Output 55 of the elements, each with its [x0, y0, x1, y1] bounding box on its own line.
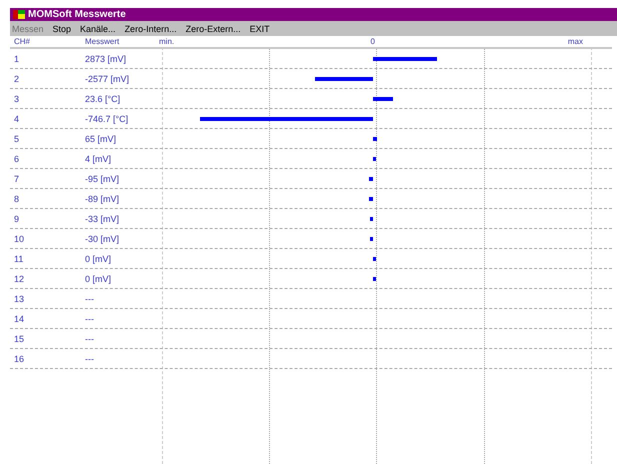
channel-number: 15 — [13, 334, 26, 344]
channel-number: 6 — [13, 154, 20, 164]
measured-value: -33 [mV] — [84, 214, 120, 224]
channel-number: 11 — [13, 254, 24, 264]
app-icon — [13, 10, 25, 19]
measured-value: --- — [84, 314, 95, 324]
menu-item[interactable]: EXIT — [250, 24, 270, 34]
zero-label: 0 — [370, 37, 375, 46]
measured-value: -2577 [mV] — [84, 74, 130, 84]
channel-number: 13 — [13, 294, 26, 304]
value-bar — [373, 276, 376, 280]
value-bar — [373, 96, 393, 100]
window-title: MOMSoft Messwerte — [28, 9, 126, 20]
value-bar — [370, 236, 373, 240]
measured-value: 23.6 [°C] — [84, 94, 122, 104]
max-label: max — [568, 37, 583, 46]
measured-value: 4 [mV] — [84, 154, 112, 164]
measured-value: -89 [mV] — [84, 194, 120, 204]
channel-number: 8 — [13, 194, 20, 204]
menu-item[interactable]: Zero-Intern... — [124, 24, 177, 34]
channel-number: 9 — [13, 214, 20, 224]
menu-item[interactable]: Stop — [52, 24, 72, 34]
value-bar — [370, 216, 373, 220]
measured-value: --- — [84, 294, 95, 304]
value-bar — [373, 136, 377, 140]
channel-number: 3 — [13, 94, 20, 104]
channel-number: 7 — [13, 174, 20, 184]
measured-value: 0 [mV] — [84, 274, 112, 284]
column-header: CH# — [13, 37, 32, 46]
measured-value: -30 [mV] — [84, 234, 120, 244]
value-bar — [369, 176, 373, 180]
measured-value: --- — [84, 334, 95, 344]
channel-number: 1 — [13, 54, 20, 64]
menu-item[interactable]: Zero-Extern... — [186, 24, 241, 34]
channel-number: 2 — [13, 74, 20, 84]
measured-value: -95 [mV] — [84, 174, 120, 184]
value-bar — [373, 156, 376, 160]
value-bar — [373, 256, 376, 260]
channel-number: 16 — [13, 354, 26, 364]
channel-number: 4 — [13, 114, 20, 124]
measured-value: 65 [mV] — [84, 134, 118, 144]
channel-number: 10 — [13, 234, 26, 244]
measured-value: --- — [84, 354, 95, 364]
channel-number: 14 — [13, 314, 26, 324]
value-bar — [373, 56, 437, 60]
column-header: Messwert — [84, 37, 120, 46]
value-bar — [315, 76, 373, 80]
min-label: min. — [159, 37, 174, 46]
channel-number: 5 — [13, 134, 20, 144]
measured-value: 2873 [mV] — [84, 54, 128, 64]
menu-item[interactable]: Kanäle... — [80, 24, 116, 34]
measured-value: 0 [mV] — [84, 254, 112, 264]
channel-number: 12 — [13, 274, 26, 284]
measured-value: -746.7 [°C] — [84, 114, 130, 124]
value-bar — [369, 196, 373, 200]
